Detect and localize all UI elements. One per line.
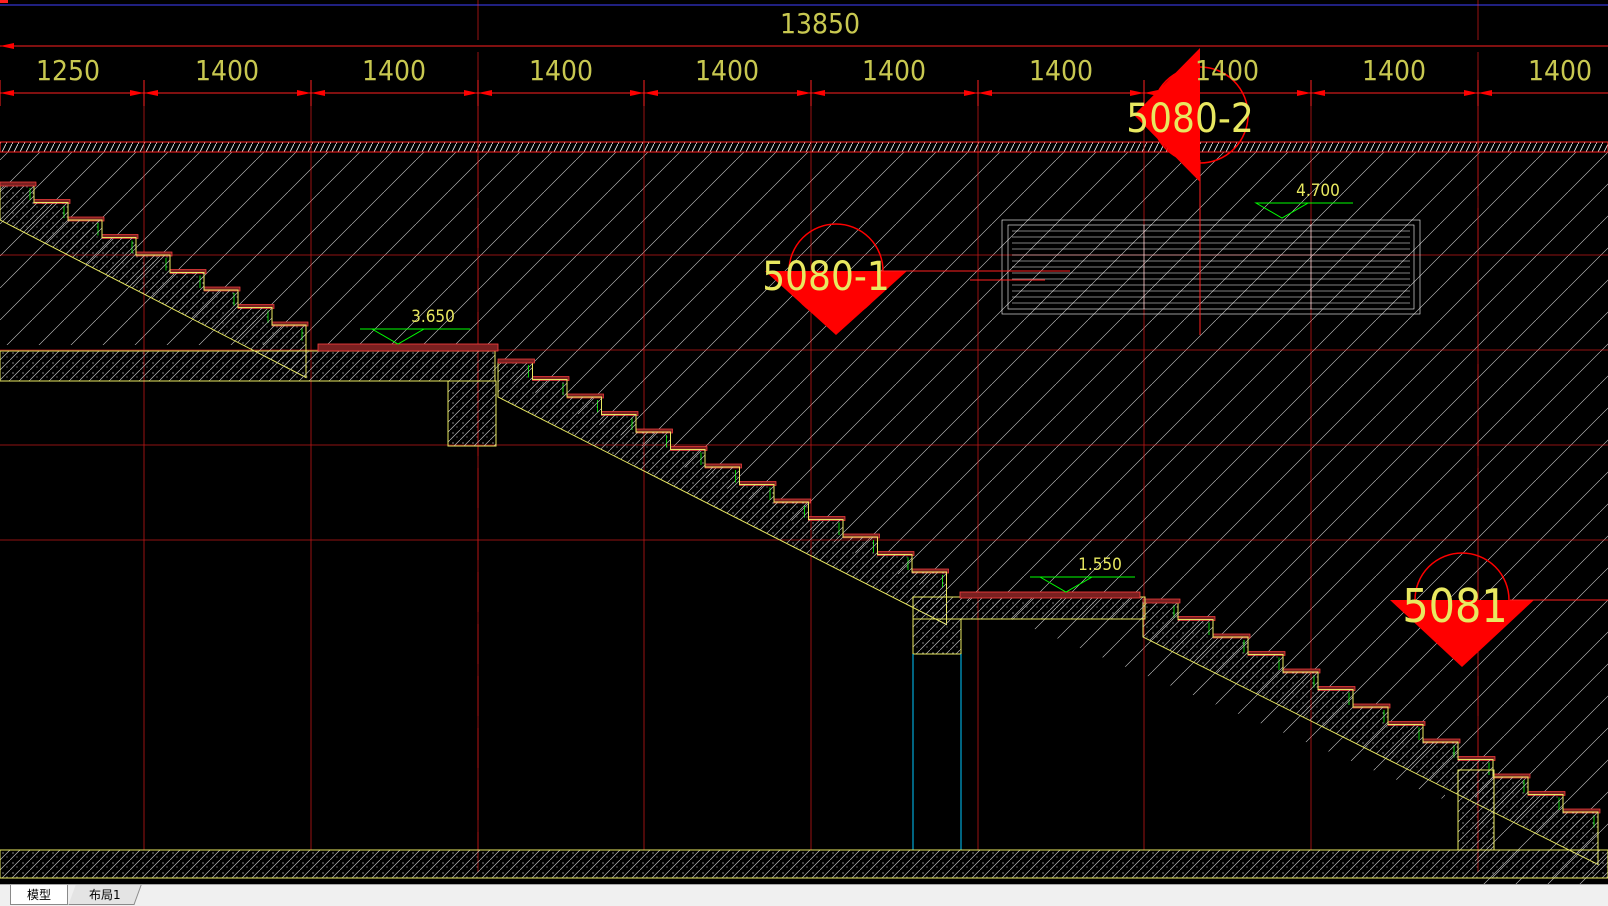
dim-arrow (1297, 90, 1311, 96)
elevation-label-left: 3.650 (411, 307, 455, 327)
cad-viewport[interactable]: 5080-1 5080-2 5081 3.650 1.550 4.700 138… (0, 0, 1608, 906)
section-marker-label-3: 5081 (1402, 579, 1507, 633)
dim-arrow (1464, 90, 1478, 96)
tab-layout1-label: 布局1 (88, 888, 121, 902)
dim-arrow (464, 90, 478, 96)
step-finish (0, 181, 37, 187)
landing-slab-left (0, 350, 496, 382)
landing-beam-right (912, 618, 962, 655)
segment-dimension-label: 1400 (1528, 54, 1592, 87)
tab-model[interactable]: 模型 (10, 885, 68, 905)
landing-slab-right (912, 596, 1146, 620)
landing-finish-left (317, 343, 499, 352)
section-marker-label-1: 5080-1 (762, 254, 889, 300)
bottom-column (1457, 769, 1495, 851)
segment-dimension-label: 1250 (36, 54, 100, 87)
tab-model-label: 模型 (26, 888, 51, 902)
dim-arrow (978, 90, 992, 96)
dim-arrow (964, 90, 978, 96)
dim-arrow (630, 90, 644, 96)
dim-arrow (0, 90, 14, 96)
landing-beam-left (447, 380, 497, 447)
segment-dimension-label: 1400 (195, 54, 259, 87)
tab-layout1[interactable]: 布局1 (68, 885, 142, 905)
dim-arrow (644, 90, 658, 96)
segment-dimension-label: 1400 (1195, 54, 1259, 87)
landing-finish-right (959, 591, 1141, 599)
dim-arrow (144, 90, 158, 96)
step-finish (497, 358, 535, 364)
layout-tab-bar: 模型 布局1 (0, 884, 1608, 906)
segment-dimension-label: 1400 (695, 54, 759, 87)
elevation-label-upper: 4.700 (1296, 181, 1340, 201)
segment-dimension-label: 1400 (862, 54, 926, 87)
top-band (0, 141, 1608, 153)
dim-arrow (130, 90, 144, 96)
dim-arrow (797, 90, 811, 96)
segment-dimension-labels: 1250 1400 1400 1400 1400 1400 1400 1400 1400 1400 (36, 54, 1592, 87)
dim-arrow (311, 90, 325, 96)
elevation-label-right: 1.550 (1078, 555, 1122, 575)
dim-arrow (0, 43, 14, 49)
section-marker-label-2: 5080-2 (1126, 96, 1253, 142)
dim-arrow (478, 90, 492, 96)
dim-arrow (297, 90, 311, 96)
segment-dimension-label: 1400 (1362, 54, 1426, 87)
dim-arrow (1478, 90, 1492, 96)
stair-section-drawing[interactable]: 5080-1 5080-2 5081 3.650 1.550 4.700 138… (0, 0, 1608, 884)
dim-arrow (811, 90, 825, 96)
segment-dimension-label: 1400 (362, 54, 426, 87)
segment-dimension-label: 1400 (1029, 54, 1093, 87)
dim-arrow (1311, 90, 1325, 96)
segment-dimension-label: 1400 (529, 54, 593, 87)
bottom-slab (0, 849, 1608, 879)
corner-mark (0, 0, 8, 3)
overall-dimension-label: 13850 (780, 7, 860, 40)
step-finish (1142, 598, 1181, 604)
